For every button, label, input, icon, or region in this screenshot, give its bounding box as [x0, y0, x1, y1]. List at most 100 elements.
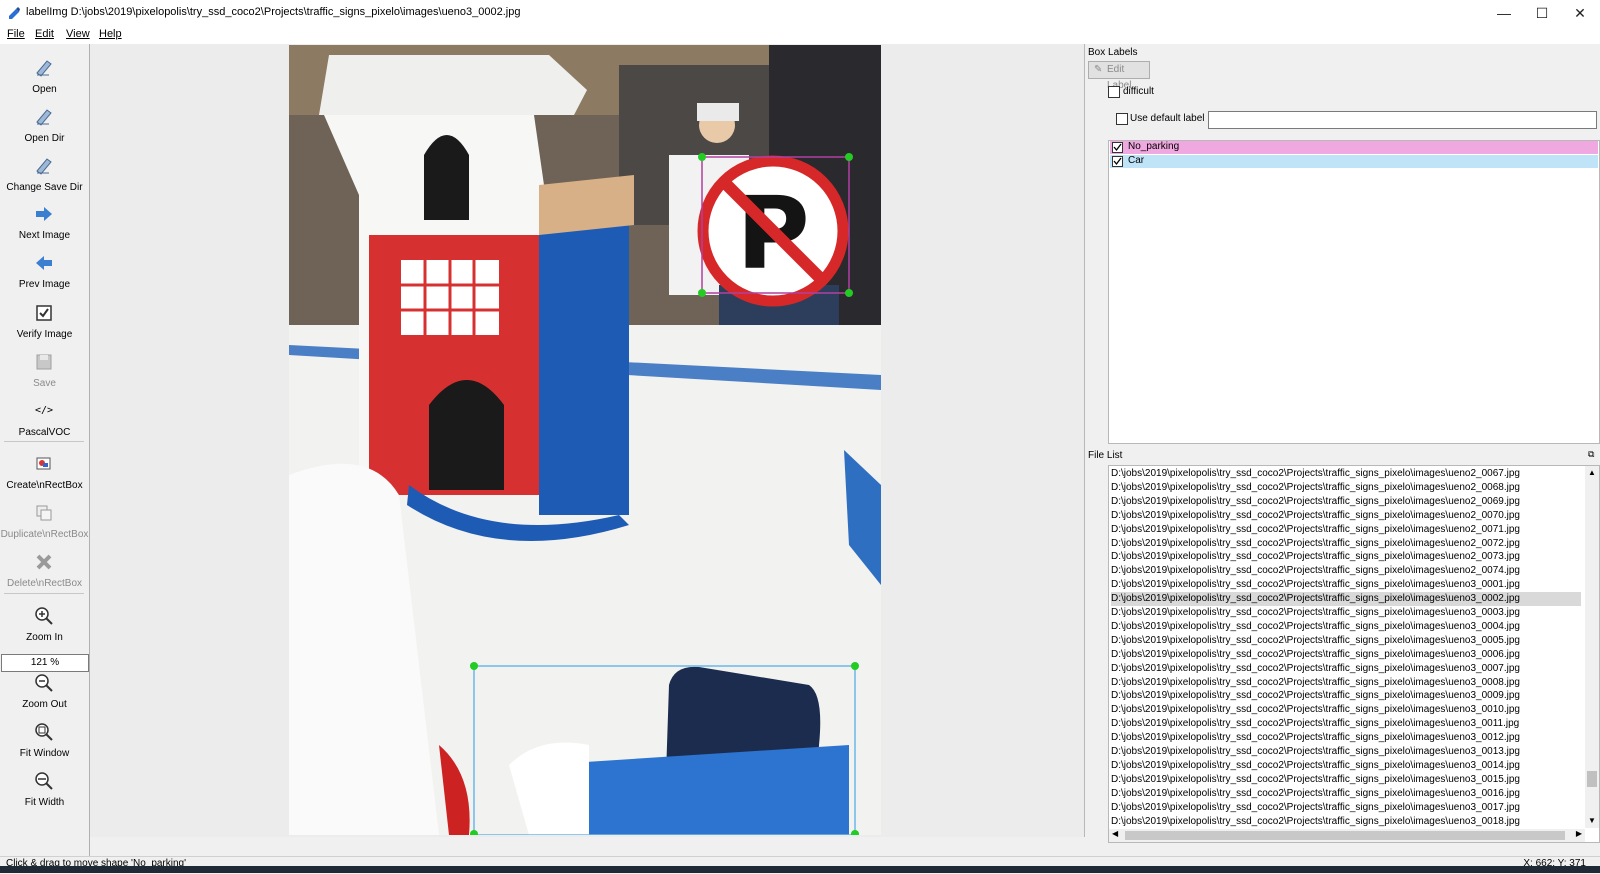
file-list-item[interactable]: D:\jobs\2019\pixelopolis\try_ssd_coco2\P…: [1111, 495, 1581, 509]
toolbar: Open Open Dir Change Save Dir Next Image…: [0, 44, 90, 856]
next-image-label: Next Image: [18, 230, 71, 241]
file-list-item[interactable]: D:\jobs\2019\pixelopolis\try_ssd_coco2\P…: [1111, 509, 1581, 523]
create-rectbox-button[interactable]: Create\nRectBox: [0, 448, 89, 496]
zoom-in-label: Zoom In: [26, 632, 63, 643]
fit-window-label: Fit Window: [19, 748, 70, 759]
open-icon: [36, 60, 52, 77]
maximize-button[interactable]: ☐: [1524, 0, 1560, 26]
image-canvas[interactable]: P: [90, 44, 1085, 837]
file-list-item[interactable]: D:\jobs\2019\pixelopolis\try_ssd_coco2\P…: [1111, 481, 1581, 495]
file-list-item[interactable]: D:\jobs\2019\pixelopolis\try_ssd_coco2\P…: [1111, 578, 1581, 592]
file-list-item[interactable]: D:\jobs\2019\pixelopolis\try_ssd_coco2\P…: [1111, 759, 1581, 773]
duplicate-rectbox-button[interactable]: Duplicate\nRectBox: [0, 497, 89, 545]
file-list-item[interactable]: D:\jobs\2019\pixelopolis\try_ssd_coco2\P…: [1111, 717, 1581, 731]
label-item-no-parking[interactable]: No_parking: [1110, 141, 1598, 154]
file-list-item[interactable]: D:\jobs\2019\pixelopolis\try_ssd_coco2\P…: [1111, 634, 1581, 648]
save-button[interactable]: Save: [0, 346, 89, 394]
file-list-item[interactable]: D:\jobs\2019\pixelopolis\try_ssd_coco2\P…: [1111, 662, 1581, 676]
label-visible-checkbox[interactable]: [1112, 156, 1123, 167]
change-save-dir-button[interactable]: Change Save Dir: [0, 150, 89, 198]
open-label: Open: [32, 84, 57, 95]
zoom-out-icon: [35, 674, 53, 692]
scroll-thumb[interactable]: [1587, 771, 1597, 787]
file-list-item[interactable]: D:\jobs\2019\pixelopolis\try_ssd_coco2\P…: [1111, 537, 1581, 551]
file-list-item[interactable]: D:\jobs\2019\pixelopolis\try_ssd_coco2\P…: [1111, 773, 1581, 787]
file-list-item[interactable]: D:\jobs\2019\pixelopolis\try_ssd_coco2\P…: [1111, 564, 1581, 578]
menu-file[interactable]: File: [7, 28, 25, 40]
file-list-item[interactable]: D:\jobs\2019\pixelopolis\try_ssd_coco2\P…: [1111, 620, 1581, 634]
file-list-item[interactable]: D:\jobs\2019\pixelopolis\try_ssd_coco2\P…: [1111, 550, 1581, 564]
window-title: labelImg D:\jobs\2019\pixelopolis\try_ss…: [26, 6, 521, 18]
prev-image-button[interactable]: Prev Image: [0, 247, 89, 295]
close-button[interactable]: ✕: [1562, 0, 1598, 26]
menu-edit[interactable]: Edit: [35, 28, 54, 40]
delete-rectbox-button[interactable]: Delete\nRectBox: [0, 546, 89, 594]
delete-x-icon: [36, 554, 52, 570]
scroll-right-icon[interactable]: ▶: [1576, 829, 1582, 838]
create-rectbox-label: Create\nRectBox: [6, 480, 83, 491]
fit-window-button[interactable]: Fit Window: [0, 716, 89, 764]
label-visible-checkbox[interactable]: [1112, 142, 1123, 153]
file-list-item[interactable]: D:\jobs\2019\pixelopolis\try_ssd_coco2\P…: [1111, 815, 1581, 829]
fit-window-icon: [35, 723, 53, 741]
open-dir-button[interactable]: Open Dir: [0, 101, 89, 149]
file-list-item[interactable]: D:\jobs\2019\pixelopolis\try_ssd_coco2\P…: [1111, 523, 1581, 537]
file-list-item[interactable]: D:\jobs\2019\pixelopolis\try_ssd_coco2\P…: [1111, 689, 1581, 703]
prev-image-label: Prev Image: [18, 279, 71, 290]
zoom-in-button[interactable]: Zoom In: [0, 600, 89, 648]
duplicate-rectbox-label: Duplicate\nRectBox: [0, 529, 89, 540]
file-list-item[interactable]: D:\jobs\2019\pixelopolis\try_ssd_coco2\P…: [1111, 648, 1581, 662]
annotated-photo: P: [289, 45, 881, 835]
file-list[interactable]: D:\jobs\2019\pixelopolis\try_ssd_coco2\P…: [1108, 465, 1600, 843]
os-taskbar: [0, 866, 1600, 873]
file-list-vertical-scrollbar[interactable]: ▲ ▼: [1585, 466, 1599, 828]
file-list-item[interactable]: D:\jobs\2019\pixelopolis\try_ssd_coco2\P…: [1111, 745, 1581, 759]
toolbar-divider: [4, 441, 84, 442]
title-bar: labelImg D:\jobs\2019\pixelopolis\try_ss…: [0, 0, 1600, 26]
file-list-item[interactable]: D:\jobs\2019\pixelopolis\try_ssd_coco2\P…: [1111, 592, 1581, 607]
verify-image-button[interactable]: Verify Image: [0, 297, 89, 345]
menu-view[interactable]: View: [66, 28, 90, 40]
file-list-item[interactable]: D:\jobs\2019\pixelopolis\try_ssd_coco2\P…: [1111, 676, 1581, 690]
fit-width-button[interactable]: Fit Width: [0, 765, 89, 813]
arrow-left-icon: [36, 256, 52, 270]
box-labels-list[interactable]: No_parking Car: [1108, 140, 1600, 444]
file-list-item[interactable]: D:\jobs\2019\pixelopolis\try_ssd_coco2\P…: [1111, 606, 1581, 620]
open-dir-icon: [36, 109, 52, 126]
zoom-out-button[interactable]: Zoom Out: [0, 667, 89, 715]
file-list-item[interactable]: D:\jobs\2019\pixelopolis\try_ssd_coco2\P…: [1111, 801, 1581, 815]
difficult-checkbox[interactable]: [1108, 86, 1120, 98]
hscroll-thumb[interactable]: [1125, 831, 1565, 840]
change-save-dir-icon: [36, 158, 52, 175]
next-image-button[interactable]: Next Image: [0, 198, 89, 246]
scroll-left-icon[interactable]: ◀: [1112, 829, 1118, 838]
toolbar-divider: [4, 593, 84, 594]
file-list-item[interactable]: D:\jobs\2019\pixelopolis\try_ssd_coco2\P…: [1111, 787, 1581, 801]
label-item-car[interactable]: Car: [1110, 155, 1598, 168]
menu-help[interactable]: Help: [99, 28, 122, 40]
scroll-up-icon[interactable]: ▲: [1588, 468, 1596, 477]
undock-icon[interactable]: ⧉: [1588, 449, 1594, 460]
file-list-item[interactable]: D:\jobs\2019\pixelopolis\try_ssd_coco2\P…: [1111, 467, 1581, 481]
zoom-out-label: Zoom Out: [22, 699, 67, 710]
scroll-down-icon[interactable]: ▼: [1588, 816, 1596, 825]
file-list-item[interactable]: D:\jobs\2019\pixelopolis\try_ssd_coco2\P…: [1111, 703, 1581, 717]
menu-bar: File Edit View Help: [0, 26, 1600, 44]
labelimg-app-icon: [9, 7, 20, 19]
duplicate-icon: [36, 505, 52, 521]
file-list-item[interactable]: D:\jobs\2019\pixelopolis\try_ssd_coco2\P…: [1111, 731, 1581, 745]
zoom-in-icon: [35, 607, 53, 625]
create-rectbox-icon: [36, 457, 51, 470]
default-label-input[interactable]: [1208, 111, 1597, 129]
label-name: No_parking: [1128, 141, 1180, 152]
format-pascalvoc-button[interactable]: </> PascalVOC: [0, 395, 89, 443]
open-button[interactable]: Open: [0, 52, 89, 100]
scene-illustration: P: [289, 45, 881, 835]
minimize-button[interactable]: —: [1486, 0, 1522, 26]
use-default-label-checkbox[interactable]: [1116, 113, 1128, 125]
edit-label-button[interactable]: ✎ Edit Label: [1088, 61, 1150, 91]
open-dir-label: Open Dir: [24, 133, 65, 144]
change-save-dir-label: Change Save Dir: [6, 182, 83, 193]
file-list-horizontal-scrollbar[interactable]: ◀ ▶: [1109, 829, 1585, 842]
arrow-right-icon: [36, 207, 52, 221]
